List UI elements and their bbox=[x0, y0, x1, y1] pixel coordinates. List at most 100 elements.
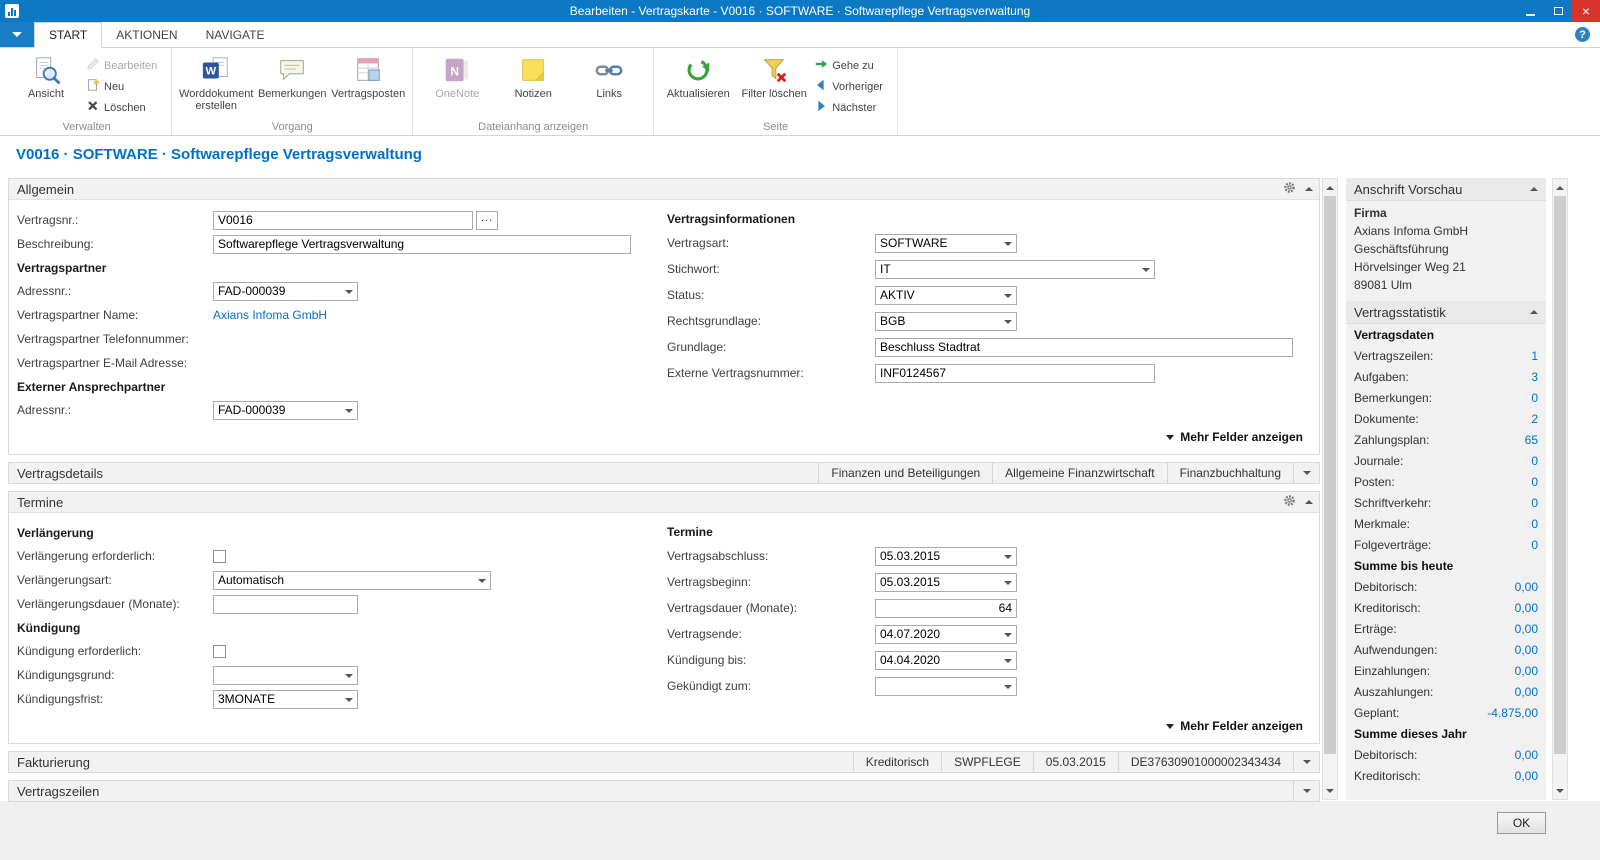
chevron-down-icon bbox=[345, 674, 353, 678]
chevron-down-icon bbox=[1166, 724, 1174, 729]
field-label: Vertragsabschluss: bbox=[667, 549, 875, 563]
vertragsabschluss-datepicker[interactable]: 05.03.2015 bbox=[875, 547, 1017, 566]
more-fields-toggle[interactable]: Mehr Felder anzeigen bbox=[17, 711, 1311, 741]
fasttab-allgemein-header[interactable]: Allgemein bbox=[9, 179, 1319, 200]
kuendigungsfrist-dropdown[interactable]: 3MONATE bbox=[213, 690, 358, 709]
stat-value-link[interactable]: 0 bbox=[1531, 517, 1538, 531]
minimize-button[interactable] bbox=[1516, 0, 1544, 22]
stat-value-link[interactable]: 0,00 bbox=[1515, 664, 1538, 678]
stat-value-link[interactable]: 0 bbox=[1531, 496, 1538, 510]
notizen-button[interactable]: Notizen bbox=[495, 51, 571, 100]
rechtsgrundlage-dropdown[interactable]: BGB bbox=[875, 312, 1017, 331]
status-dropdown[interactable]: AKTIV bbox=[875, 286, 1017, 305]
gekuendigt-zum-datepicker[interactable] bbox=[875, 677, 1017, 696]
stat-value-link[interactable]: 0,00 bbox=[1515, 643, 1538, 657]
stat-value-link[interactable]: 2 bbox=[1531, 412, 1538, 426]
loeschen-button[interactable]: Löschen bbox=[84, 97, 165, 118]
previous-arrow-icon bbox=[814, 78, 828, 95]
naechster-button[interactable]: Nächster bbox=[812, 97, 891, 118]
stat-value-link[interactable]: 0 bbox=[1531, 538, 1538, 552]
aktualisieren-button[interactable]: Aktualisieren bbox=[660, 51, 736, 100]
scroll-down-arrow-icon[interactable] bbox=[1323, 783, 1337, 798]
help-button[interactable]: ? bbox=[1575, 27, 1590, 42]
vertragsposten-button[interactable]: Vertragsposten bbox=[330, 51, 406, 100]
fasttab-vertragsdetails[interactable]: Vertragsdetails Finanzen und Beteiligung… bbox=[8, 462, 1320, 484]
more-fields-toggle[interactable]: Mehr Felder anzeigen bbox=[17, 422, 1311, 452]
window-scrollbar[interactable] bbox=[1552, 178, 1568, 800]
stat-value-link[interactable]: 3 bbox=[1531, 370, 1538, 384]
stichwort-dropdown[interactable]: IT bbox=[875, 260, 1155, 279]
worddokument-button[interactable]: W Worddokument erstellen bbox=[178, 51, 254, 112]
stat-value-link[interactable]: 0,00 bbox=[1515, 685, 1538, 699]
stat-value-link[interactable]: 0,00 bbox=[1515, 580, 1538, 594]
externe-vertragsnummer-input[interactable]: INF0124567 bbox=[875, 364, 1155, 383]
gear-icon[interactable] bbox=[1283, 181, 1296, 197]
stat-value-link[interactable]: 65 bbox=[1525, 433, 1538, 447]
stat-value-link[interactable]: 0,00 bbox=[1515, 748, 1538, 762]
vertragsdauer-input[interactable]: 64 bbox=[875, 599, 1017, 618]
fasttab-allgemein: Allgemein Vertragsnr.: V0016 ... Beschre… bbox=[8, 178, 1320, 455]
stat-value-link[interactable]: 0,00 bbox=[1515, 601, 1538, 615]
tab-finanzbuchhaltung[interactable]: Finanzbuchhaltung bbox=[1167, 463, 1293, 483]
verlaengerungsdauer-input[interactable] bbox=[213, 595, 358, 614]
stat-value-link[interactable]: 0 bbox=[1531, 391, 1538, 405]
stat-value-link[interactable]: 0 bbox=[1531, 475, 1538, 489]
expand-button[interactable] bbox=[1293, 752, 1319, 772]
vorheriger-button[interactable]: Vorheriger bbox=[812, 76, 891, 97]
partner-name-link[interactable]: Axians Infoma GmbH bbox=[213, 308, 327, 322]
kuendigungsgrund-dropdown[interactable] bbox=[213, 666, 358, 685]
scrollbar-thumb[interactable] bbox=[1554, 196, 1566, 754]
field-label: Status: bbox=[667, 288, 875, 302]
assist-edit-button[interactable]: ... bbox=[476, 211, 498, 230]
ansicht-button[interactable]: Ansicht bbox=[8, 51, 84, 100]
factbox-anschrift-header[interactable]: Anschrift Vorschau bbox=[1346, 178, 1546, 201]
scrollbar-thumb[interactable] bbox=[1324, 196, 1336, 754]
vertragsbeginn-datepicker[interactable]: 05.03.2015 bbox=[875, 573, 1017, 592]
stat-label: Geplant: bbox=[1354, 706, 1399, 720]
adressnr-extern-dropdown[interactable]: FAD-000039 bbox=[213, 401, 358, 420]
restore-button[interactable] bbox=[1544, 0, 1572, 22]
stat-value-link[interactable]: 0,00 bbox=[1515, 622, 1538, 636]
stat-value-link[interactable]: 0,00 bbox=[1515, 769, 1538, 783]
beschreibung-input[interactable]: Softwarepflege Vertragsverwaltung bbox=[213, 235, 631, 254]
tab-navigate[interactable]: NAVIGATE bbox=[192, 22, 279, 47]
expand-button[interactable] bbox=[1293, 463, 1319, 483]
main-scrollbar[interactable] bbox=[1322, 178, 1338, 800]
gehe-zu-button[interactable]: Gehe zu bbox=[812, 55, 891, 76]
collapse-chevron-icon[interactable] bbox=[1305, 500, 1313, 504]
links-button[interactable]: Links bbox=[571, 51, 647, 100]
ok-button[interactable]: OK bbox=[1497, 812, 1546, 834]
adressnr-dropdown[interactable]: FAD-000039 bbox=[213, 282, 358, 301]
grundlage-input[interactable]: Beschluss Stadtrat bbox=[875, 338, 1293, 357]
fasttab-vertragszeilen[interactable]: Vertragszeilen bbox=[8, 780, 1320, 802]
close-button[interactable]: × bbox=[1572, 0, 1600, 22]
collapse-chevron-icon[interactable] bbox=[1305, 187, 1313, 191]
app-menu-button[interactable] bbox=[0, 22, 34, 47]
tab-start[interactable]: START bbox=[34, 22, 102, 48]
factbox-statistik-header[interactable]: Vertragsstatistik bbox=[1346, 301, 1546, 324]
scroll-down-arrow-icon[interactable] bbox=[1553, 783, 1567, 798]
fasttab-fakturierung[interactable]: Fakturierung Kreditorisch SWPFLEGE 05.03… bbox=[8, 751, 1320, 773]
tab-allgemeine-finanzwirtschaft[interactable]: Allgemeine Finanzwirtschaft bbox=[992, 463, 1166, 483]
expand-button[interactable] bbox=[1293, 781, 1319, 801]
kuendigung-bis-datepicker[interactable]: 04.04.2020 bbox=[875, 651, 1017, 670]
scroll-up-arrow-icon[interactable] bbox=[1323, 180, 1337, 195]
kuendigung-erforderlich-checkbox[interactable] bbox=[213, 645, 226, 658]
tab-finanzen-und-beteiligungen[interactable]: Finanzen und Beteiligungen bbox=[818, 463, 992, 483]
gear-icon[interactable] bbox=[1283, 494, 1296, 510]
verlaengerung-erforderlich-checkbox[interactable] bbox=[213, 550, 226, 563]
field-label: Gekündigt zum: bbox=[667, 679, 875, 693]
stat-value-link[interactable]: 1 bbox=[1531, 349, 1538, 363]
neu-button[interactable]: Neu bbox=[84, 76, 165, 97]
verlaengerungsart-dropdown[interactable]: Automatisch bbox=[213, 571, 491, 590]
vertragsnr-input[interactable]: V0016 bbox=[213, 211, 473, 230]
fasttab-termine-header[interactable]: Termine bbox=[9, 492, 1319, 513]
stat-value-link[interactable]: 0 bbox=[1531, 454, 1538, 468]
tab-aktionen[interactable]: AKTIONEN bbox=[102, 22, 191, 47]
vertragsende-datepicker[interactable]: 04.07.2020 bbox=[875, 625, 1017, 644]
bemerkungen-button[interactable]: Bemerkungen bbox=[254, 51, 330, 100]
stat-value-link[interactable]: -4.875,00 bbox=[1487, 706, 1538, 720]
vertragsart-dropdown[interactable]: SOFTWARE bbox=[875, 234, 1017, 253]
filter-loeschen-button[interactable]: Filter löschen bbox=[736, 51, 812, 100]
scroll-up-arrow-icon[interactable] bbox=[1553, 180, 1567, 195]
